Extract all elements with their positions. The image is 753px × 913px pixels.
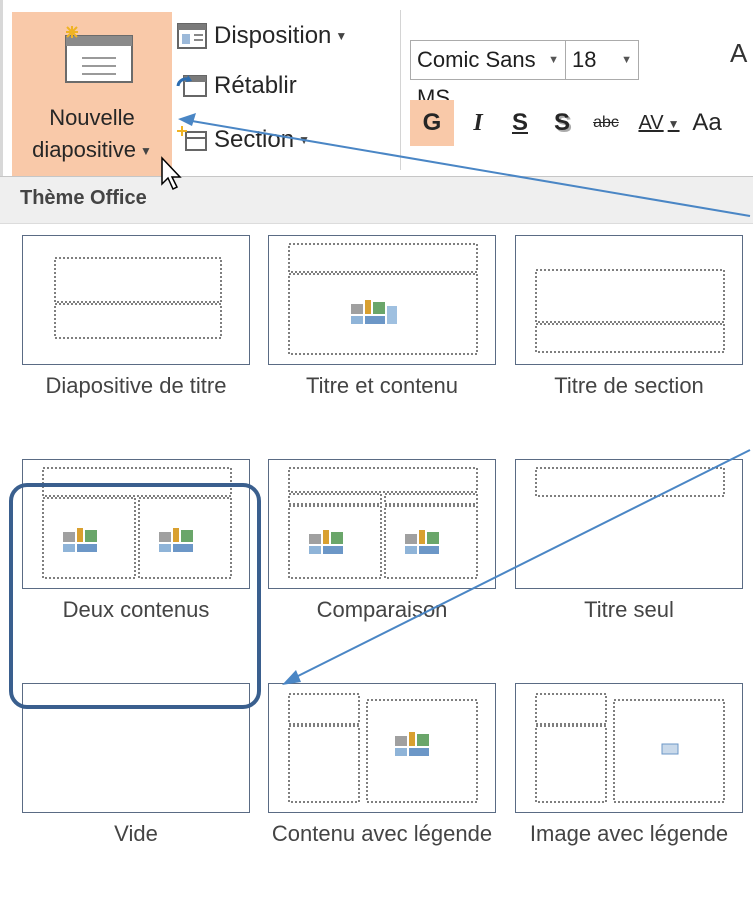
layout-label: Diapositive de titre bbox=[45, 373, 227, 398]
change-case-button[interactable]: Aa bbox=[692, 100, 722, 146]
gallery-header-label: Thème Office bbox=[20, 187, 147, 209]
layout-label: Titre de section bbox=[554, 373, 704, 398]
format-toolbar: G I S S abc AV ▼ Aa bbox=[410, 100, 728, 146]
layout-thumbnail bbox=[515, 683, 743, 813]
layout-label: Comparaison bbox=[316, 597, 448, 622]
layout-label: Vide bbox=[114, 821, 158, 846]
ribbon: Nouvelle diapositive ▼ Disposition ▼ Réta… bbox=[0, 0, 753, 176]
blank-layout-callout bbox=[9, 483, 261, 709]
chevron-down-icon: ▼ bbox=[140, 144, 152, 159]
title-slide-preview bbox=[54, 257, 222, 339]
grow-font-label: A bbox=[730, 38, 748, 68]
new-slide-label-line1: Nouvelle bbox=[49, 105, 135, 130]
layout-section-header[interactable]: Titre de section bbox=[515, 235, 743, 465]
new-slide-label-line2: diapositive ▼ bbox=[32, 137, 152, 162]
mouse-cursor-icon bbox=[161, 156, 182, 191]
chevron-down-icon: ▼ bbox=[621, 54, 632, 66]
ribbon-edge bbox=[0, 0, 3, 176]
layout-content-caption[interactable]: Contenu avec légende bbox=[268, 683, 496, 913]
layout-label: Titre et contenu bbox=[305, 373, 459, 398]
layout-button[interactable]: Disposition ▼ bbox=[176, 22, 347, 50]
char-spacing-label: AV bbox=[638, 112, 664, 134]
underline-button[interactable]: S bbox=[502, 100, 538, 146]
picture-caption-preview bbox=[535, 693, 725, 803]
chevron-down-icon: ▼ bbox=[298, 133, 310, 147]
layout-label: Titre seul bbox=[584, 597, 674, 622]
shadow-button[interactable]: S bbox=[544, 100, 580, 146]
section-header-preview bbox=[535, 269, 725, 353]
title-content-preview bbox=[288, 243, 478, 355]
chevron-down-icon: ▼ bbox=[667, 116, 680, 131]
layout-picture-caption[interactable]: Image avec légende bbox=[515, 683, 743, 913]
new-slide-icon bbox=[65, 26, 133, 83]
layout-icon bbox=[177, 23, 207, 49]
section-label: Section bbox=[214, 126, 295, 153]
layout-thumbnail bbox=[515, 459, 743, 589]
title-only-preview bbox=[535, 467, 725, 497]
reset-label: Rétablir bbox=[214, 72, 297, 99]
char-spacing-button[interactable]: AV ▼ bbox=[632, 100, 686, 146]
new-slide-label: Nouvelle diapositive ▼ bbox=[12, 102, 172, 167]
layout-title-slide[interactable]: Diapositive de titre bbox=[22, 235, 250, 465]
layout-title-content[interactable]: Titre et contenu bbox=[268, 235, 496, 465]
comparison-preview bbox=[288, 467, 478, 579]
content-placeholder-icon bbox=[351, 300, 397, 324]
font-controls: Comic Sans MS ▼ 18 ▼ bbox=[410, 40, 639, 110]
gallery-header: Thème Office bbox=[0, 177, 753, 224]
layout-comparison[interactable]: Comparaison bbox=[268, 459, 496, 689]
section-icon bbox=[177, 126, 207, 151]
reset-icon bbox=[176, 75, 207, 97]
font-name-select[interactable]: Comic Sans MS ▼ bbox=[411, 41, 566, 110]
content-caption-preview bbox=[288, 693, 478, 803]
chevron-down-icon: ▼ bbox=[548, 54, 559, 66]
layout-label: Disposition bbox=[214, 22, 332, 49]
layout-title-only[interactable]: Titre seul bbox=[515, 459, 743, 689]
layout-thumbnail bbox=[268, 683, 496, 813]
reset-button[interactable]: Rétablir bbox=[176, 72, 297, 100]
layout-thumbnail bbox=[515, 235, 743, 365]
italic-button[interactable]: I bbox=[460, 100, 496, 146]
chevron-down-icon: ▼ bbox=[335, 29, 348, 43]
bold-button[interactable]: G bbox=[410, 100, 454, 146]
layout-thumbnail bbox=[268, 235, 496, 365]
section-button[interactable]: Section ▼ bbox=[176, 126, 310, 154]
font-size-select[interactable]: 18 ▼ bbox=[566, 41, 638, 79]
layout-thumbnail bbox=[22, 235, 250, 365]
layout-blank[interactable]: Vide bbox=[22, 683, 250, 913]
grow-font-button[interactable]: A bbox=[730, 38, 747, 69]
group-separator bbox=[400, 10, 401, 170]
layout-label: Contenu avec légende bbox=[271, 821, 493, 846]
layout-label: Image avec légende bbox=[529, 821, 729, 846]
layout-thumbnail bbox=[268, 459, 496, 589]
font-size-value: 18 bbox=[572, 47, 597, 72]
strikethrough-button[interactable]: abc bbox=[586, 100, 626, 146]
new-slide-button[interactable]: Nouvelle diapositive ▼ bbox=[12, 12, 172, 176]
